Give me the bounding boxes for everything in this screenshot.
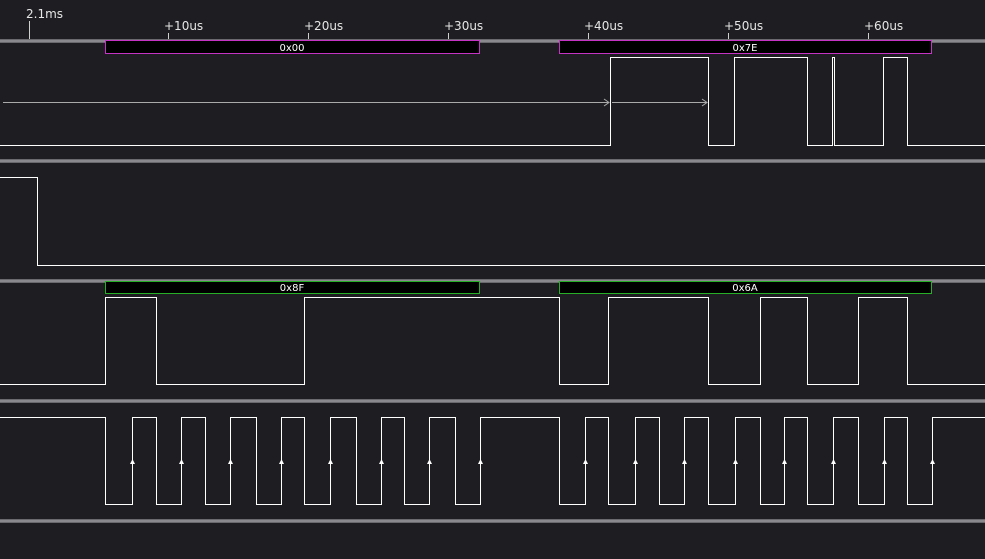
absolute-time-label: 2.1ms xyxy=(26,7,64,21)
ruler-tick-label: +40us xyxy=(584,19,624,33)
channel-clock[interactable] xyxy=(0,403,985,519)
ruler-tick-label: +60us xyxy=(864,19,904,33)
empty-channel-area xyxy=(0,523,985,559)
ruler-tick-label: +10us xyxy=(164,19,204,33)
miso-signal-trace xyxy=(0,297,985,385)
decode-bubble-text: 0x7E xyxy=(733,43,758,54)
decode-bubble[interactable]: 0x6A xyxy=(559,281,932,295)
measurement-arrow xyxy=(3,98,708,107)
ruler-tick-label: +20us xyxy=(304,19,344,33)
enable-waveform xyxy=(0,177,985,266)
clock-edge-markers xyxy=(130,459,935,464)
channel-miso[interactable]: 0x8F 0x6A xyxy=(0,281,985,399)
mosi-waveform: 0x00 0x7E xyxy=(0,40,985,146)
miso-waveform: 0x8F 0x6A xyxy=(0,281,985,385)
ruler-tick-label: +50us xyxy=(724,19,764,33)
decode-bubble-text: 0x00 xyxy=(279,43,304,54)
logic-analyzer-view: 2.1ms +10us +20us +30us +40us +50us +60u… xyxy=(0,0,985,559)
decode-bubble[interactable]: 0x00 xyxy=(105,40,480,55)
enable-signal-trace xyxy=(0,177,985,266)
time-ruler[interactable]: 2.1ms +10us +20us +30us +40us +50us +60u… xyxy=(0,0,985,40)
decode-bubble-text: 0x8F xyxy=(280,283,305,294)
clock-waveform xyxy=(0,417,985,505)
mosi-signal-trace xyxy=(0,57,985,146)
decode-bubble[interactable]: 0x8F xyxy=(105,281,480,295)
decode-bubble[interactable]: 0x7E xyxy=(559,40,932,55)
channel-enable[interactable] xyxy=(0,163,985,279)
ruler-tick-label: +30us xyxy=(444,19,484,33)
ruler-origin-tick xyxy=(29,21,30,39)
channel-mosi[interactable]: 0x00 0x7E xyxy=(0,40,985,159)
clock-signal-trace xyxy=(0,417,985,505)
decode-bubble-text: 0x6A xyxy=(732,283,758,294)
